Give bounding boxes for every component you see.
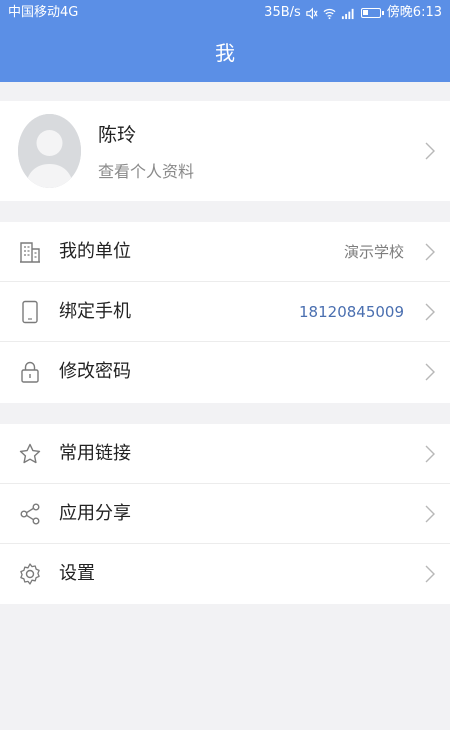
- list-item-settings[interactable]: 设置: [0, 544, 450, 604]
- app-header: 中国移动4G 35B/s 傍晚6:13 我: [0, 0, 450, 82]
- list-item-share[interactable]: 应用分享: [0, 484, 450, 544]
- list-item-label: 绑定手机: [59, 301, 131, 322]
- chevron-right-icon: [425, 445, 435, 463]
- default-avatar-icon: [18, 114, 81, 188]
- mute-icon: [305, 6, 319, 20]
- gear-icon: [18, 562, 42, 586]
- status-bar: 中国移动4G 35B/s 傍晚6:13: [0, 0, 450, 26]
- list-item-links[interactable]: 常用链接: [0, 424, 450, 484]
- chevron-right-icon: [425, 243, 435, 261]
- signal-icon: [341, 6, 355, 20]
- list-item-label: 我的单位: [59, 241, 131, 262]
- list-item-label: 修改密码: [59, 361, 131, 382]
- wifi-icon: [323, 6, 337, 20]
- lock-icon: [18, 360, 42, 384]
- list-item-label: 设置: [59, 563, 95, 584]
- list-item-label: 应用分享: [59, 503, 131, 524]
- chevron-right-icon: [425, 363, 435, 381]
- list-item-password[interactable]: 修改密码: [0, 342, 450, 402]
- network-speed: 35B/s: [264, 5, 301, 20]
- chevron-right-icon: [425, 565, 435, 583]
- building-icon: [18, 240, 42, 264]
- battery-icon: [360, 8, 384, 18]
- phone-icon: [18, 300, 42, 324]
- profile-name: 陈玲: [98, 124, 137, 146]
- profile-card[interactable]: 陈玲 查看个人资料: [0, 101, 450, 201]
- list-item-phone[interactable]: 绑定手机 18120845009: [0, 282, 450, 342]
- status-time: 傍晚6:13: [386, 5, 442, 20]
- list-item-label: 常用链接: [59, 443, 131, 464]
- page-title: 我: [215, 41, 235, 65]
- features-group: 常用链接 应用分享 设置: [0, 424, 450, 604]
- status-indicators: 35B/s 傍晚6:13: [264, 0, 442, 26]
- unit-value: 演示学校: [343, 243, 404, 261]
- chevron-right-icon: [425, 505, 435, 523]
- share-icon: [18, 502, 42, 526]
- avatar: [18, 114, 81, 188]
- chevron-right-icon: [425, 142, 435, 160]
- star-icon: [18, 442, 42, 466]
- carrier-label: 中国移动4G: [8, 5, 79, 20]
- profile-subtitle: 查看个人资料: [98, 162, 195, 181]
- chevron-right-icon: [425, 303, 435, 321]
- phone-value: 18120845009: [299, 303, 404, 321]
- list-item-unit[interactable]: 我的单位 演示学校: [0, 222, 450, 282]
- account-group: 我的单位 演示学校 绑定手机 18120845009 修改密码: [0, 222, 450, 403]
